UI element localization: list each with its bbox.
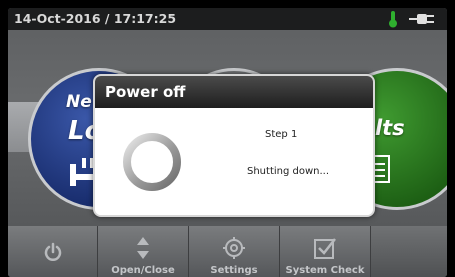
dialog-title: Power off [105, 83, 186, 101]
dialog-body: Step 1 Shutting down... [95, 108, 373, 215]
settings-button[interactable]: Settings [189, 226, 280, 277]
step-indicator: Step 1 [265, 129, 298, 140]
device-screen: Ne Lo ults 14-Oct-2016 / 17:17:25 Open/C… [8, 8, 447, 277]
settings-label: Settings [210, 265, 258, 276]
dialog-header: Power off [95, 76, 373, 108]
system-check-button[interactable]: System Check [280, 226, 371, 277]
gear-icon [223, 237, 245, 259]
new-load-tile-label-top: Ne [66, 92, 92, 112]
checkbox-icon [314, 238, 336, 259]
system-check-label: System Check [285, 265, 365, 276]
spinner-icon [123, 133, 181, 191]
shutdown-status: Shutting down... [247, 166, 330, 177]
thermometer-icon [389, 11, 397, 28]
power-plug-icon [409, 14, 434, 24]
power-off-dialog: Power off Step 1 Shutting down... [93, 74, 375, 217]
power-icon [44, 242, 61, 261]
date-time: 14-Oct-2016 / 17:17:25 [14, 11, 177, 26]
up-down-arrows-icon [137, 237, 149, 259]
open-close-label: Open/Close [111, 265, 175, 276]
open-close-button[interactable]: Open/Close [98, 226, 189, 277]
status-bar: 14-Oct-2016 / 17:17:25 [8, 8, 447, 30]
power-button[interactable] [8, 226, 98, 277]
